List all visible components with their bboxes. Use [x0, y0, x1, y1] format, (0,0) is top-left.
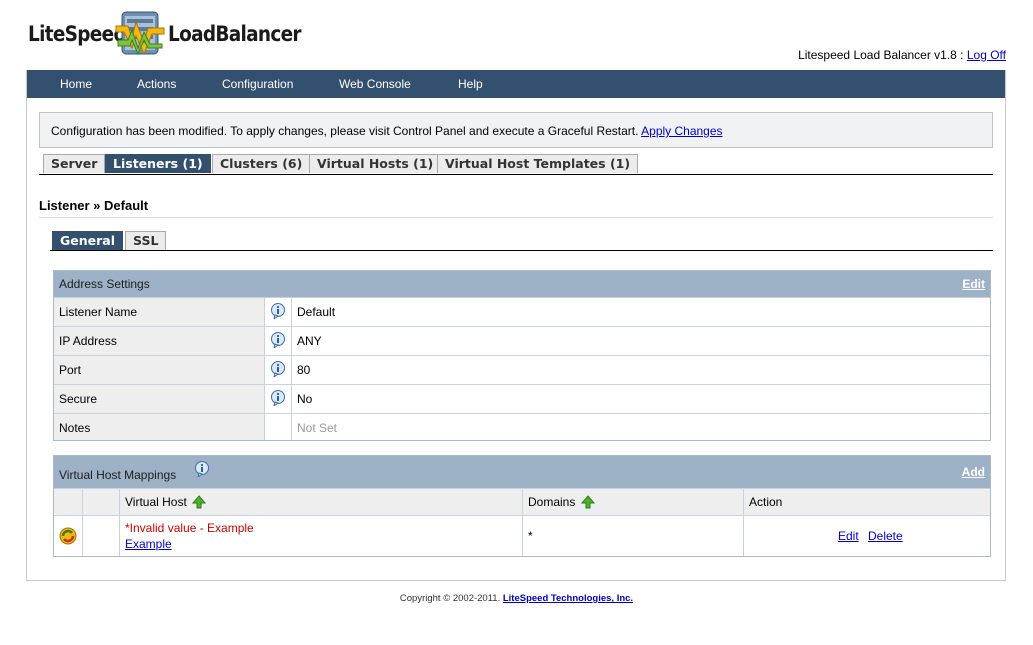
table-row: *Invalid value - Example Example * Edit … [54, 515, 990, 556]
version-text: Litespeed Load Balancer v1.8 : [798, 48, 967, 62]
address-settings-header: Address Settings Edit [54, 271, 990, 297]
ip-address-value: ANY [297, 334, 322, 348]
sort-up-icon[interactable] [580, 495, 595, 509]
column-domains[interactable]: Domains [528, 495, 595, 509]
table-row: Secure No [54, 384, 990, 413]
mappings-column-headers: Virtual Host Domains Action [54, 488, 990, 515]
column-virtual-host[interactable]: Virtual Host [125, 495, 207, 509]
virtual-host-mappings-table: Virtual Host Mappings Add Virtual Host D… [53, 455, 991, 557]
info-icon[interactable] [270, 332, 286, 348]
domains-value: * [528, 529, 533, 543]
notice-text: Configuration has been modified. To appl… [51, 124, 642, 138]
table-row: Port 80 [54, 355, 990, 384]
column-action: Action [749, 495, 783, 509]
top-nav: Home Actions Configuration Web Console H… [27, 70, 1005, 98]
info-icon[interactable] [194, 461, 210, 477]
table-row: Listener Name Default [54, 297, 990, 326]
tab-clusters[interactable]: Clusters (6) [212, 154, 311, 173]
nav-actions[interactable]: Actions [137, 70, 176, 98]
add-mapping-link[interactable]: Add [962, 465, 985, 479]
notes-value: Not Set [297, 421, 338, 435]
mappings-title: Virtual Host Mappings [59, 468, 177, 482]
status-warning-icon [59, 527, 77, 545]
logo-emblem-icon [115, 11, 165, 56]
address-settings-title: Address Settings [59, 277, 150, 291]
listener-name-label: Listener Name [59, 305, 138, 319]
secure-label: Secure [59, 392, 98, 406]
secure-value: No [297, 392, 313, 406]
nav-web-console[interactable]: Web Console [339, 70, 411, 98]
breadcrumb-divider [39, 217, 993, 218]
tab-listeners[interactable]: Listeners (1) [105, 154, 211, 173]
address-edit-link[interactable]: Edit [962, 277, 985, 291]
sort-up-icon[interactable] [192, 495, 207, 509]
logoff-link[interactable]: Log Off [967, 48, 1006, 62]
config-modified-notice: Configuration has been modified. To appl… [39, 112, 993, 148]
port-label: Port [59, 363, 82, 377]
ip-address-label: IP Address [59, 334, 117, 348]
invalid-value-error: *Invalid value - Example [125, 521, 254, 535]
mapping-delete-link[interactable]: Delete [868, 529, 903, 543]
notes-label: Notes [59, 421, 91, 435]
tab-server[interactable]: Server [43, 154, 106, 173]
table-row: Notes Not Set [54, 413, 990, 440]
column-virtual-host-label: Virtual Host [125, 495, 187, 509]
subtabs-underline [50, 250, 993, 251]
tab-virtual-hosts[interactable]: Virtual Hosts (1) [309, 154, 442, 173]
listener-name-value: Default [297, 305, 336, 319]
main-frame: Home Actions Configuration Web Console H… [26, 70, 1006, 581]
logo-text-right: LoadBalancer [168, 22, 302, 46]
tab-ssl[interactable]: SSL [125, 231, 167, 250]
info-icon[interactable] [270, 303, 286, 319]
logo-text-left: LiteSpeed [28, 22, 127, 46]
breadcrumb: Listener » Default [39, 198, 149, 213]
nav-home[interactable]: Home [60, 70, 92, 98]
tab-virtual-host-templates[interactable]: Virtual Host Templates (1) [437, 154, 639, 173]
info-icon[interactable] [270, 390, 286, 406]
litespeed-tech-link[interactable]: LiteSpeed Technologies, Inc. [503, 593, 633, 604]
nav-configuration[interactable]: Configuration [222, 70, 293, 98]
table-row: IP Address ANY [54, 326, 990, 355]
mapping-edit-link[interactable]: Edit [838, 529, 859, 543]
info-icon[interactable] [270, 361, 286, 377]
vhost-example-link[interactable]: Example [125, 537, 172, 551]
port-value: 80 [297, 363, 311, 377]
tab-general[interactable]: General [52, 231, 123, 250]
apply-changes-link[interactable]: Apply Changes [641, 124, 722, 138]
mappings-header: Virtual Host Mappings Add [54, 456, 990, 488]
footer: Copyright © 2002-2011. LiteSpeed Technol… [0, 593, 1033, 604]
column-domains-label: Domains [528, 495, 576, 509]
nav-help[interactable]: Help [458, 70, 483, 98]
address-settings-table: Address Settings Edit Listener Name Defa… [53, 270, 991, 441]
version-info: Litespeed Load Balancer v1.8 : Log Off [798, 48, 1006, 62]
copyright-text: Copyright © 2002-2011. [399, 593, 503, 604]
tabs-underline [39, 174, 993, 175]
